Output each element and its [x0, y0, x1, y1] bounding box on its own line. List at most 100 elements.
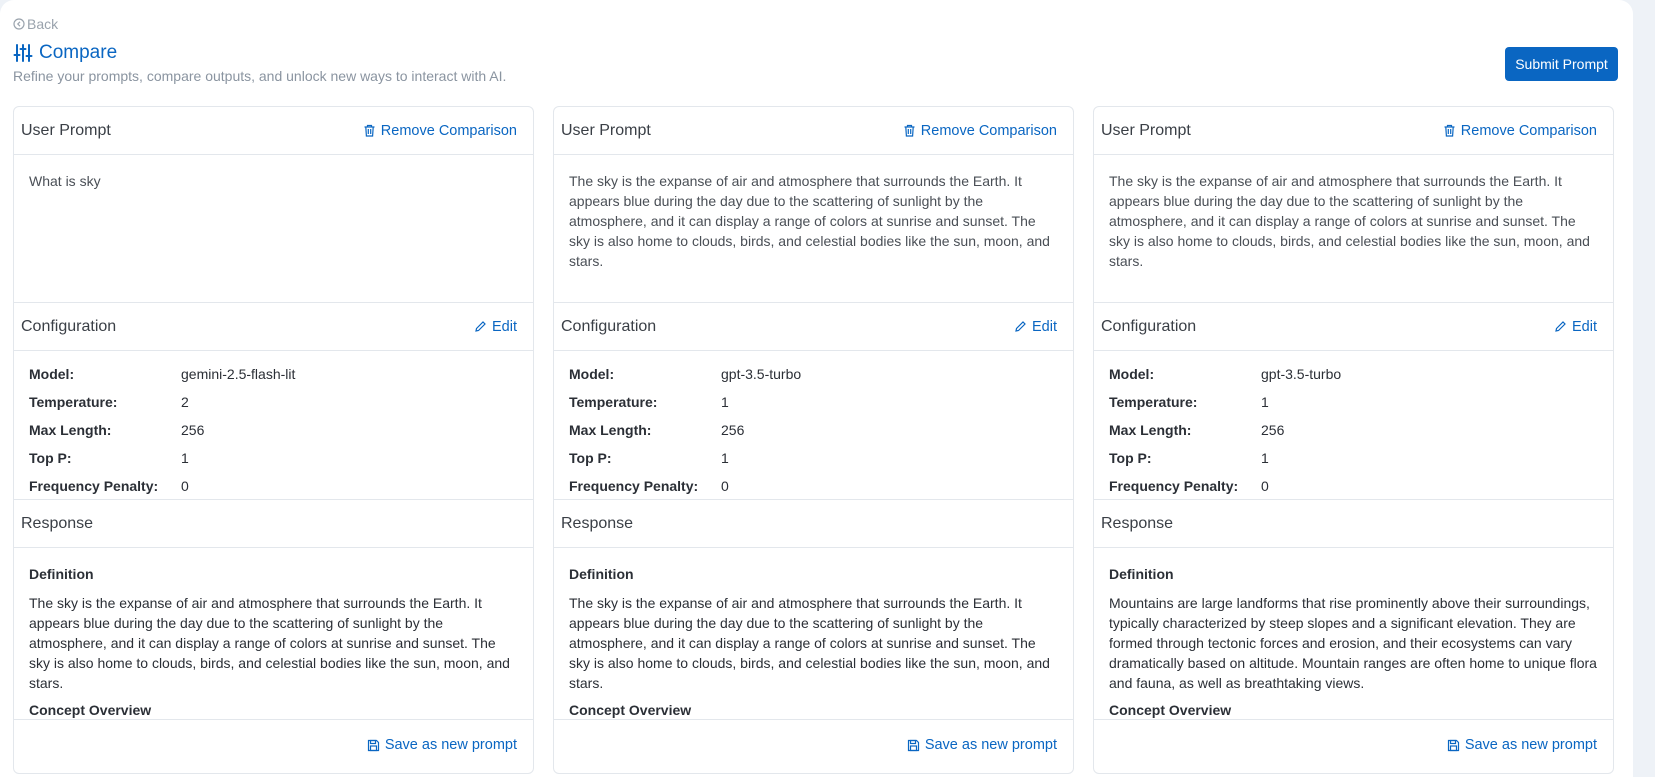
- response-title: Response: [21, 514, 94, 532]
- temperature-value: 1: [1261, 394, 1269, 410]
- submit-prompt-button[interactable]: Submit Prompt: [1505, 47, 1618, 81]
- model-value: gpt-3.5-turbo: [1261, 366, 1342, 382]
- user-prompt-title: User Prompt: [1101, 121, 1191, 139]
- max-length-label: Max Length:: [29, 422, 112, 438]
- remove-comparison-label: Remove Comparison: [380, 122, 517, 139]
- edit-configuration-button[interactable]: Edit: [474, 319, 517, 335]
- model-value: gpt-3.5-turbo: [721, 366, 802, 382]
- response-text: Mountains are large landforms that rise …: [1109, 595, 1597, 691]
- config-row-top-p: Top P: 1: [1109, 450, 1598, 478]
- response-title: Response: [1101, 514, 1174, 532]
- page-title: Compare: [13, 42, 117, 64]
- config-row-temperature: Temperature: 2: [29, 394, 518, 422]
- remove-comparison-label: Remove Comparison: [1460, 122, 1597, 139]
- trash-icon: [1444, 124, 1455, 137]
- user-prompt-header: User Prompt Remove Comparison: [554, 107, 1073, 155]
- config-row-model: Model: gpt-3.5-turbo: [1109, 366, 1598, 394]
- response-heading-2: Concept Overview: [569, 702, 692, 718]
- max-length-label: Max Length:: [569, 422, 652, 438]
- save-as-new-prompt-button[interactable]: Save as new prompt: [1447, 737, 1597, 753]
- save-as-new-prompt-button[interactable]: Save as new prompt: [907, 737, 1057, 753]
- user-prompt-header: User Prompt Remove Comparison: [1094, 107, 1613, 155]
- temperature-label: Temperature:: [1109, 394, 1198, 410]
- prompt-text[interactable]: The sky is the expanse of air and atmosp…: [554, 155, 1073, 303]
- edit-label: Edit: [492, 318, 517, 335]
- page-title-text: Compare: [39, 42, 118, 63]
- pencil-icon: [475, 321, 486, 332]
- response-heading-2: Concept Overview: [29, 702, 152, 718]
- frequency-penalty-label: Frequency Penalty:: [569, 478, 699, 494]
- config-row-top-p: Top P: 1: [569, 450, 1058, 478]
- response-heading: Definition: [569, 566, 634, 582]
- comparison-column-2: User Prompt Remove Comparison The sky is…: [553, 106, 1074, 774]
- column-footer: Save as new prompt: [554, 720, 1073, 770]
- config-row-model: Model: gpt-3.5-turbo: [569, 366, 1058, 394]
- trash-icon: [364, 124, 375, 137]
- comparison-columns: User Prompt Remove Comparison What is sk…: [13, 106, 1614, 774]
- frequency-penalty-value: 0: [721, 478, 729, 494]
- model-label: Model:: [1109, 366, 1155, 382]
- prompt-text[interactable]: The sky is the expanse of air and atmosp…: [1094, 155, 1613, 303]
- response-text: The sky is the expanse of air and atmosp…: [569, 595, 1050, 691]
- floppy-disk-icon: [367, 739, 379, 751]
- remove-comparison-button[interactable]: Remove Comparison: [1443, 123, 1597, 139]
- response-heading-2: Concept Overview: [1109, 702, 1232, 718]
- column-footer: Save as new prompt: [1094, 720, 1613, 770]
- config-row-top-p: Top P: 1: [29, 450, 518, 478]
- prompt-text[interactable]: What is sky: [14, 155, 533, 303]
- back-label: Back: [27, 16, 59, 32]
- configuration-header: Configuration Edit: [554, 303, 1073, 351]
- top-p-label: Top P:: [569, 450, 612, 466]
- top-p-value: 1: [1261, 450, 1269, 466]
- edit-label: Edit: [1572, 318, 1597, 335]
- max-length-value: 256: [1261, 422, 1285, 438]
- configuration-title: Configuration: [561, 317, 657, 335]
- remove-comparison-button[interactable]: Remove Comparison: [903, 123, 1057, 139]
- frequency-penalty-label: Frequency Penalty:: [29, 478, 159, 494]
- frequency-penalty-label: Frequency Penalty:: [1109, 478, 1239, 494]
- response-body[interactable]: Definition The sky is the expanse of air…: [14, 548, 533, 720]
- save-as-new-prompt-button[interactable]: Save as new prompt: [367, 737, 517, 753]
- top-p-label: Top P:: [1109, 450, 1152, 466]
- frequency-penalty-value: 0: [1261, 478, 1269, 494]
- config-row-max-length: Max Length: 256: [569, 422, 1058, 450]
- configuration-body: Model: gpt-3.5-turbo Temperature: 1 Max Le…: [554, 351, 1073, 500]
- config-row-temperature: Temperature: 1: [569, 394, 1058, 422]
- trash-icon: [904, 124, 915, 137]
- frequency-penalty-value: 0: [181, 478, 189, 494]
- configuration-body: Model: gemini-2.5-flash-lit Temperature: 2…: [14, 351, 533, 500]
- remove-comparison-button[interactable]: Remove Comparison: [363, 123, 517, 139]
- pencil-icon: [1555, 321, 1566, 332]
- max-length-value: 256: [721, 422, 745, 438]
- config-row-max-length: Max Length: 256: [1109, 422, 1598, 450]
- configuration-title: Configuration: [21, 317, 117, 335]
- edit-configuration-button[interactable]: Edit: [1014, 319, 1057, 335]
- model-label: Model:: [569, 366, 615, 382]
- configuration-header: Configuration Edit: [14, 303, 533, 351]
- response-header: Response: [14, 500, 533, 548]
- top-p-value: 1: [181, 450, 189, 466]
- response-title: Response: [561, 514, 634, 532]
- comparison-column-1: User Prompt Remove Comparison What is sk…: [13, 106, 534, 774]
- back-link[interactable]: Back: [13, 16, 58, 32]
- temperature-value: 2: [181, 394, 189, 410]
- save-label: Save as new prompt: [384, 737, 517, 753]
- response-heading: Definition: [1109, 566, 1174, 582]
- top-p-label: Top P:: [29, 450, 72, 466]
- floppy-disk-icon: [1447, 739, 1459, 751]
- page-subtitle: Refine your prompts, compare outputs, an…: [13, 68, 507, 84]
- response-body[interactable]: Definition Mountains are large landforms…: [1094, 548, 1613, 720]
- max-length-value: 256: [181, 422, 205, 438]
- save-label: Save as new prompt: [1464, 737, 1597, 753]
- edit-configuration-button[interactable]: Edit: [1554, 319, 1597, 335]
- response-body[interactable]: Definition The sky is the expanse of air…: [554, 548, 1073, 720]
- edit-label: Edit: [1032, 318, 1057, 335]
- pencil-icon: [1015, 321, 1026, 332]
- compare-page: Back Compare Refine your prompts, compar…: [0, 0, 1633, 777]
- configuration-body: Model: gpt-3.5-turbo Temperature: 1 Max Le…: [1094, 351, 1613, 500]
- model-label: Model:: [29, 366, 75, 382]
- top-p-value: 1: [721, 450, 729, 466]
- user-prompt-header: User Prompt Remove Comparison: [14, 107, 533, 155]
- response-text: The sky is the expanse of air and atmosp…: [29, 595, 510, 691]
- page-scrollbar[interactable]: [1633, 0, 1655, 777]
